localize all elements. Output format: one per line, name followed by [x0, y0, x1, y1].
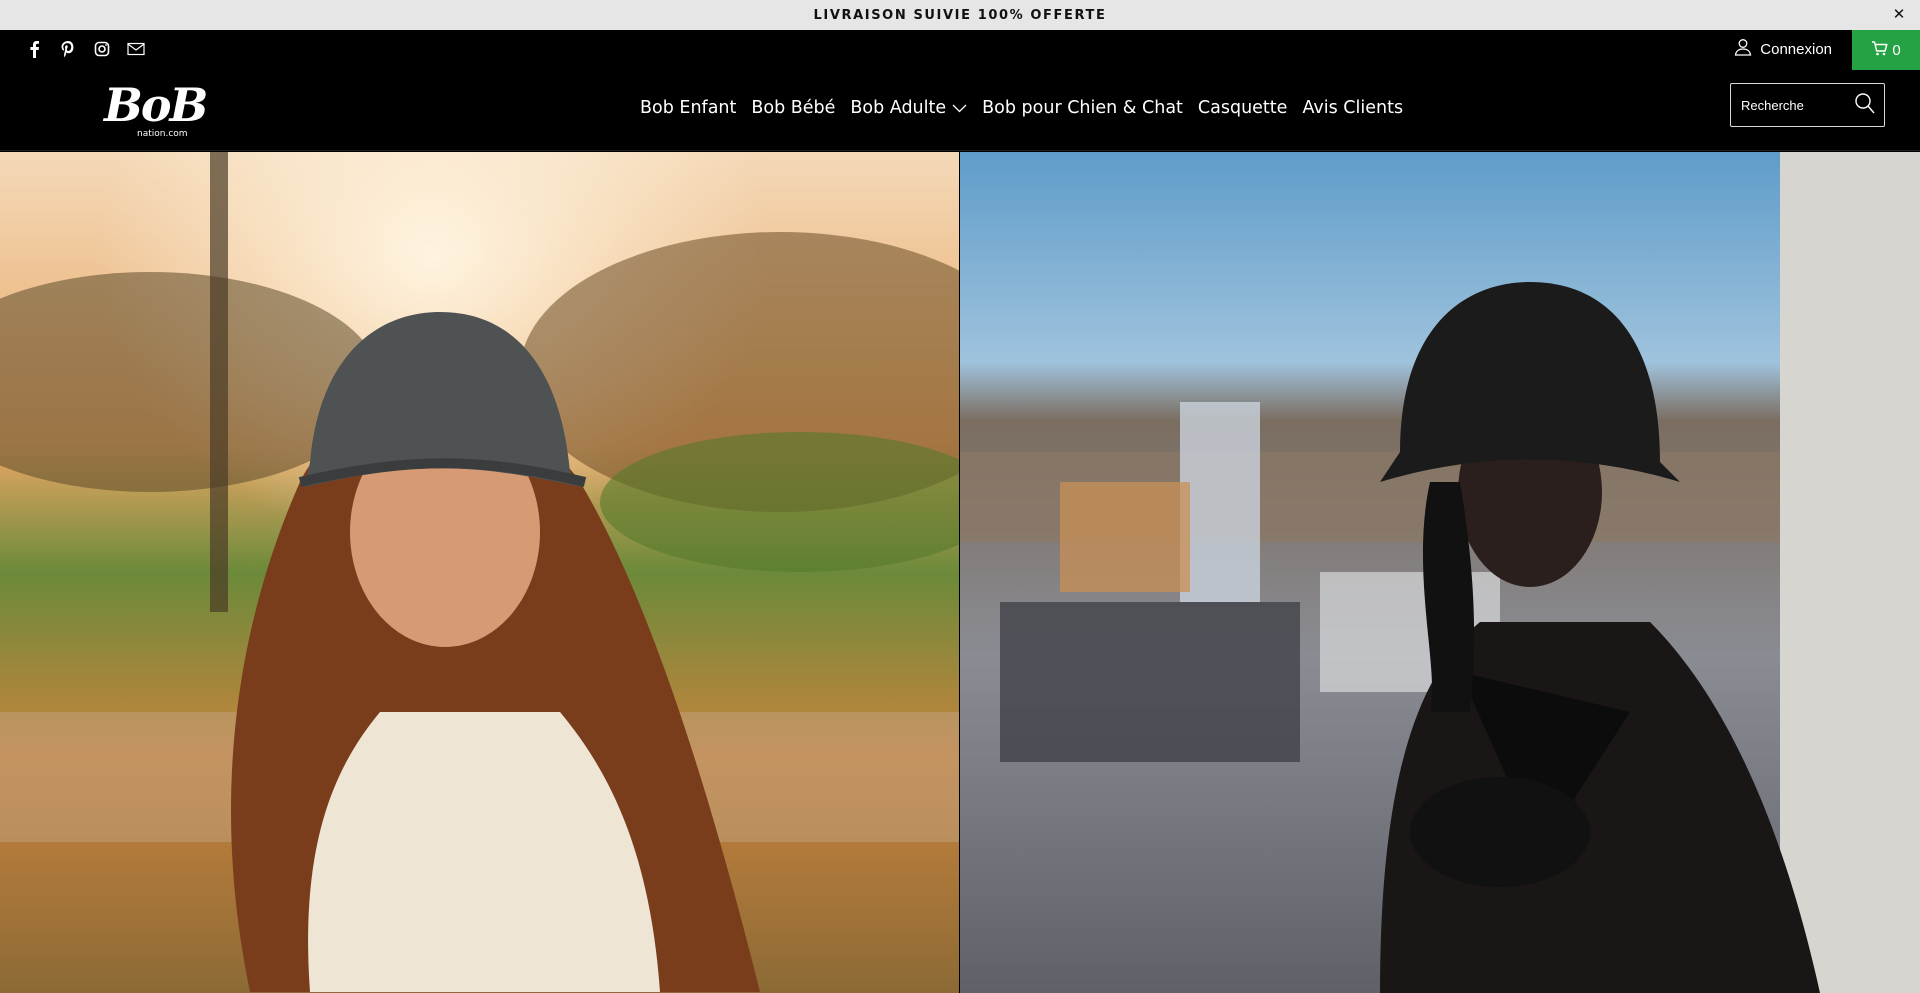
hero-banner [0, 152, 1920, 993]
instagram-icon[interactable] [92, 38, 112, 60]
nav-label: Casquette [1197, 98, 1288, 118]
nav-bob-bebe[interactable]: Bob Bébé [751, 98, 835, 118]
social-links [24, 38, 146, 60]
site-logo[interactable]: BoB nation.com [104, 78, 226, 140]
facebook-icon[interactable] [24, 38, 44, 60]
search-icon[interactable] [1854, 92, 1876, 116]
logo-text: BoB [104, 78, 208, 132]
nav-avis-clients[interactable]: Avis Clients [1302, 98, 1403, 118]
nav-bob-enfant[interactable]: Bob Enfant [640, 98, 736, 118]
nav-label: Bob pour Chien & Chat [982, 98, 1183, 118]
login-link[interactable]: Connexion [1734, 38, 1832, 60]
nav-label: Bob Bébé [751, 98, 836, 118]
close-icon[interactable]: ✕ [1890, 6, 1908, 24]
announcement-text: LIVRAISON SUIVIE 100% OFFERTE [813, 7, 1107, 23]
main-nav: Bob Enfant Bob Bébé Bob Adulte Bob pour … [640, 98, 1403, 118]
nav-bob-chien-chat[interactable]: Bob pour Chien & Chat [982, 98, 1183, 118]
logo-subtext: nation.com [137, 129, 188, 139]
cart-button[interactable]: 0 [1852, 30, 1920, 70]
nav-label: Bob Enfant [640, 98, 737, 118]
search-box [1730, 83, 1885, 127]
announcement-bar: LIVRAISON SUIVIE 100% OFFERTE ✕ [0, 0, 1920, 30]
mail-icon[interactable] [126, 38, 146, 60]
nav-casquette[interactable]: Casquette [1198, 98, 1288, 118]
cart-icon [1871, 40, 1888, 60]
cart-count: 0 [1892, 41, 1901, 59]
top-bar: Connexion 0 [0, 30, 1920, 70]
nav-label: Avis Clients [1302, 98, 1404, 118]
search-input[interactable] [1731, 84, 1849, 126]
site-header: BoB nation.com Bob Enfant Bob Bébé Bob A… [0, 70, 1920, 151]
chevron-down-icon [952, 98, 967, 118]
login-label: Connexion [1760, 40, 1832, 58]
pinterest-icon[interactable] [58, 38, 78, 60]
nav-bob-adulte[interactable]: Bob Adulte [850, 98, 967, 118]
user-icon [1734, 38, 1752, 60]
hero-image-right[interactable] [960, 152, 1920, 993]
hero-image-left[interactable] [0, 152, 959, 993]
nav-label: Bob Adulte [850, 98, 947, 118]
